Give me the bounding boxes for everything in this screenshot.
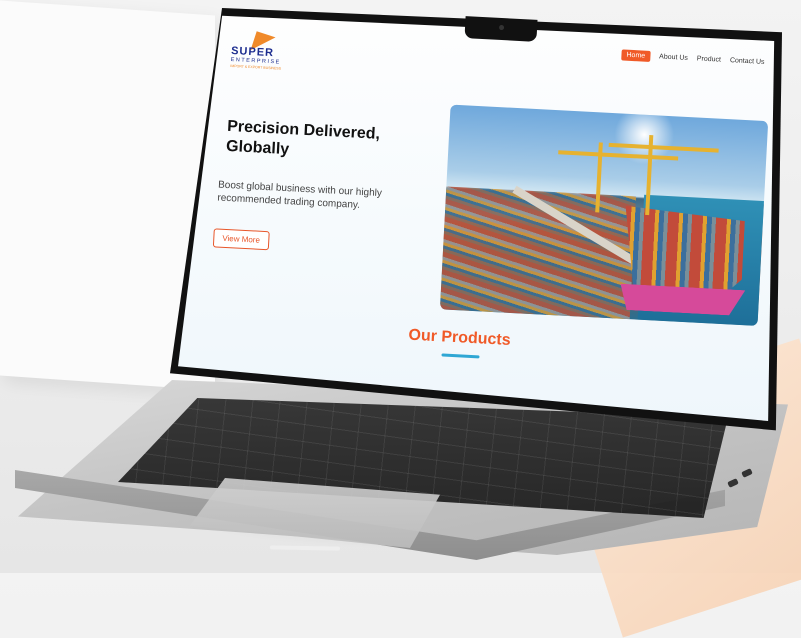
our-products-heading: Our Products <box>408 326 512 350</box>
camera-icon <box>498 24 505 31</box>
hero-image-container-port <box>439 104 769 326</box>
heading-underline <box>441 353 480 359</box>
brand-logo[interactable]: SUPER ENTERPRISE IMPORT & EXPORT BUSINES… <box>230 24 302 71</box>
nav-home[interactable]: Home <box>621 49 651 62</box>
camera-notch <box>464 16 538 42</box>
nav-about-us[interactable]: About Us <box>659 53 688 61</box>
view-more-button[interactable]: View More <box>212 228 270 251</box>
nav-product[interactable]: Product <box>697 55 721 63</box>
nav-contact-us[interactable]: Contact Us <box>730 57 765 66</box>
hero-title: Precision Delivered, Globally <box>226 117 428 167</box>
hero-description: Boost global business with our highly re… <box>217 179 383 211</box>
main-nav: Home About Us Product Contact Us <box>621 49 765 67</box>
